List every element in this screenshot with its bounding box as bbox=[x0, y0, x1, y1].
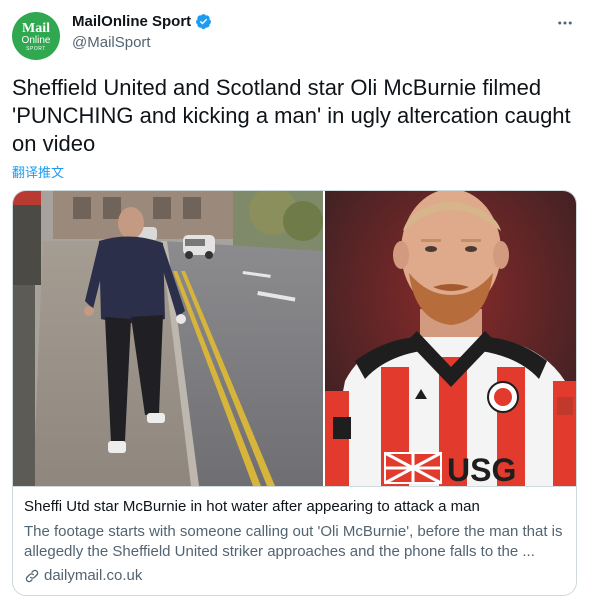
avatar-text-online: Online bbox=[21, 35, 51, 46]
tweet-text: Sheffield United and Scotland star Oli M… bbox=[12, 75, 571, 156]
video-still-image bbox=[13, 191, 323, 486]
user-handle[interactable]: @MailSport bbox=[72, 34, 212, 51]
card-body[interactable]: Sheffi Utd star McBurnie in hot water af… bbox=[13, 486, 576, 595]
link-icon bbox=[25, 569, 39, 582]
card-title: Sheffi Utd star McBurnie in hot water af… bbox=[24, 498, 480, 515]
player-portrait-image: USG bbox=[325, 191, 576, 486]
avatar-text-mail: Mail bbox=[22, 21, 50, 36]
verified-badge-icon bbox=[196, 14, 212, 30]
translate-tweet-link[interactable]: 翻译推文 bbox=[12, 162, 64, 181]
shirt-sponsor-text: USG bbox=[447, 452, 516, 486]
avatar-text-sport: SPORT bbox=[26, 46, 46, 52]
player-portrait-illustration: USG bbox=[325, 191, 576, 486]
more-options-icon bbox=[558, 21, 572, 25]
more-options-button[interactable] bbox=[554, 12, 576, 34]
card-description: The footage starts with someone calling … bbox=[24, 523, 563, 560]
link-card[interactable]: USG Sheffi Utd star McBurnie in hot wate… bbox=[12, 190, 577, 596]
display-name-row[interactable]: MailOnline Sport bbox=[72, 13, 212, 30]
display-name[interactable]: MailOnline Sport bbox=[72, 13, 191, 30]
card-media[interactable]: USG bbox=[13, 191, 576, 486]
street-scene-illustration bbox=[13, 191, 323, 486]
user-info: MailOnline Sport @MailSport bbox=[72, 13, 212, 51]
avatar[interactable]: Mail Online SPORT bbox=[12, 12, 60, 60]
card-domain[interactable]: dailymail.co.uk bbox=[24, 567, 567, 584]
card-domain-text: dailymail.co.uk bbox=[44, 567, 143, 584]
